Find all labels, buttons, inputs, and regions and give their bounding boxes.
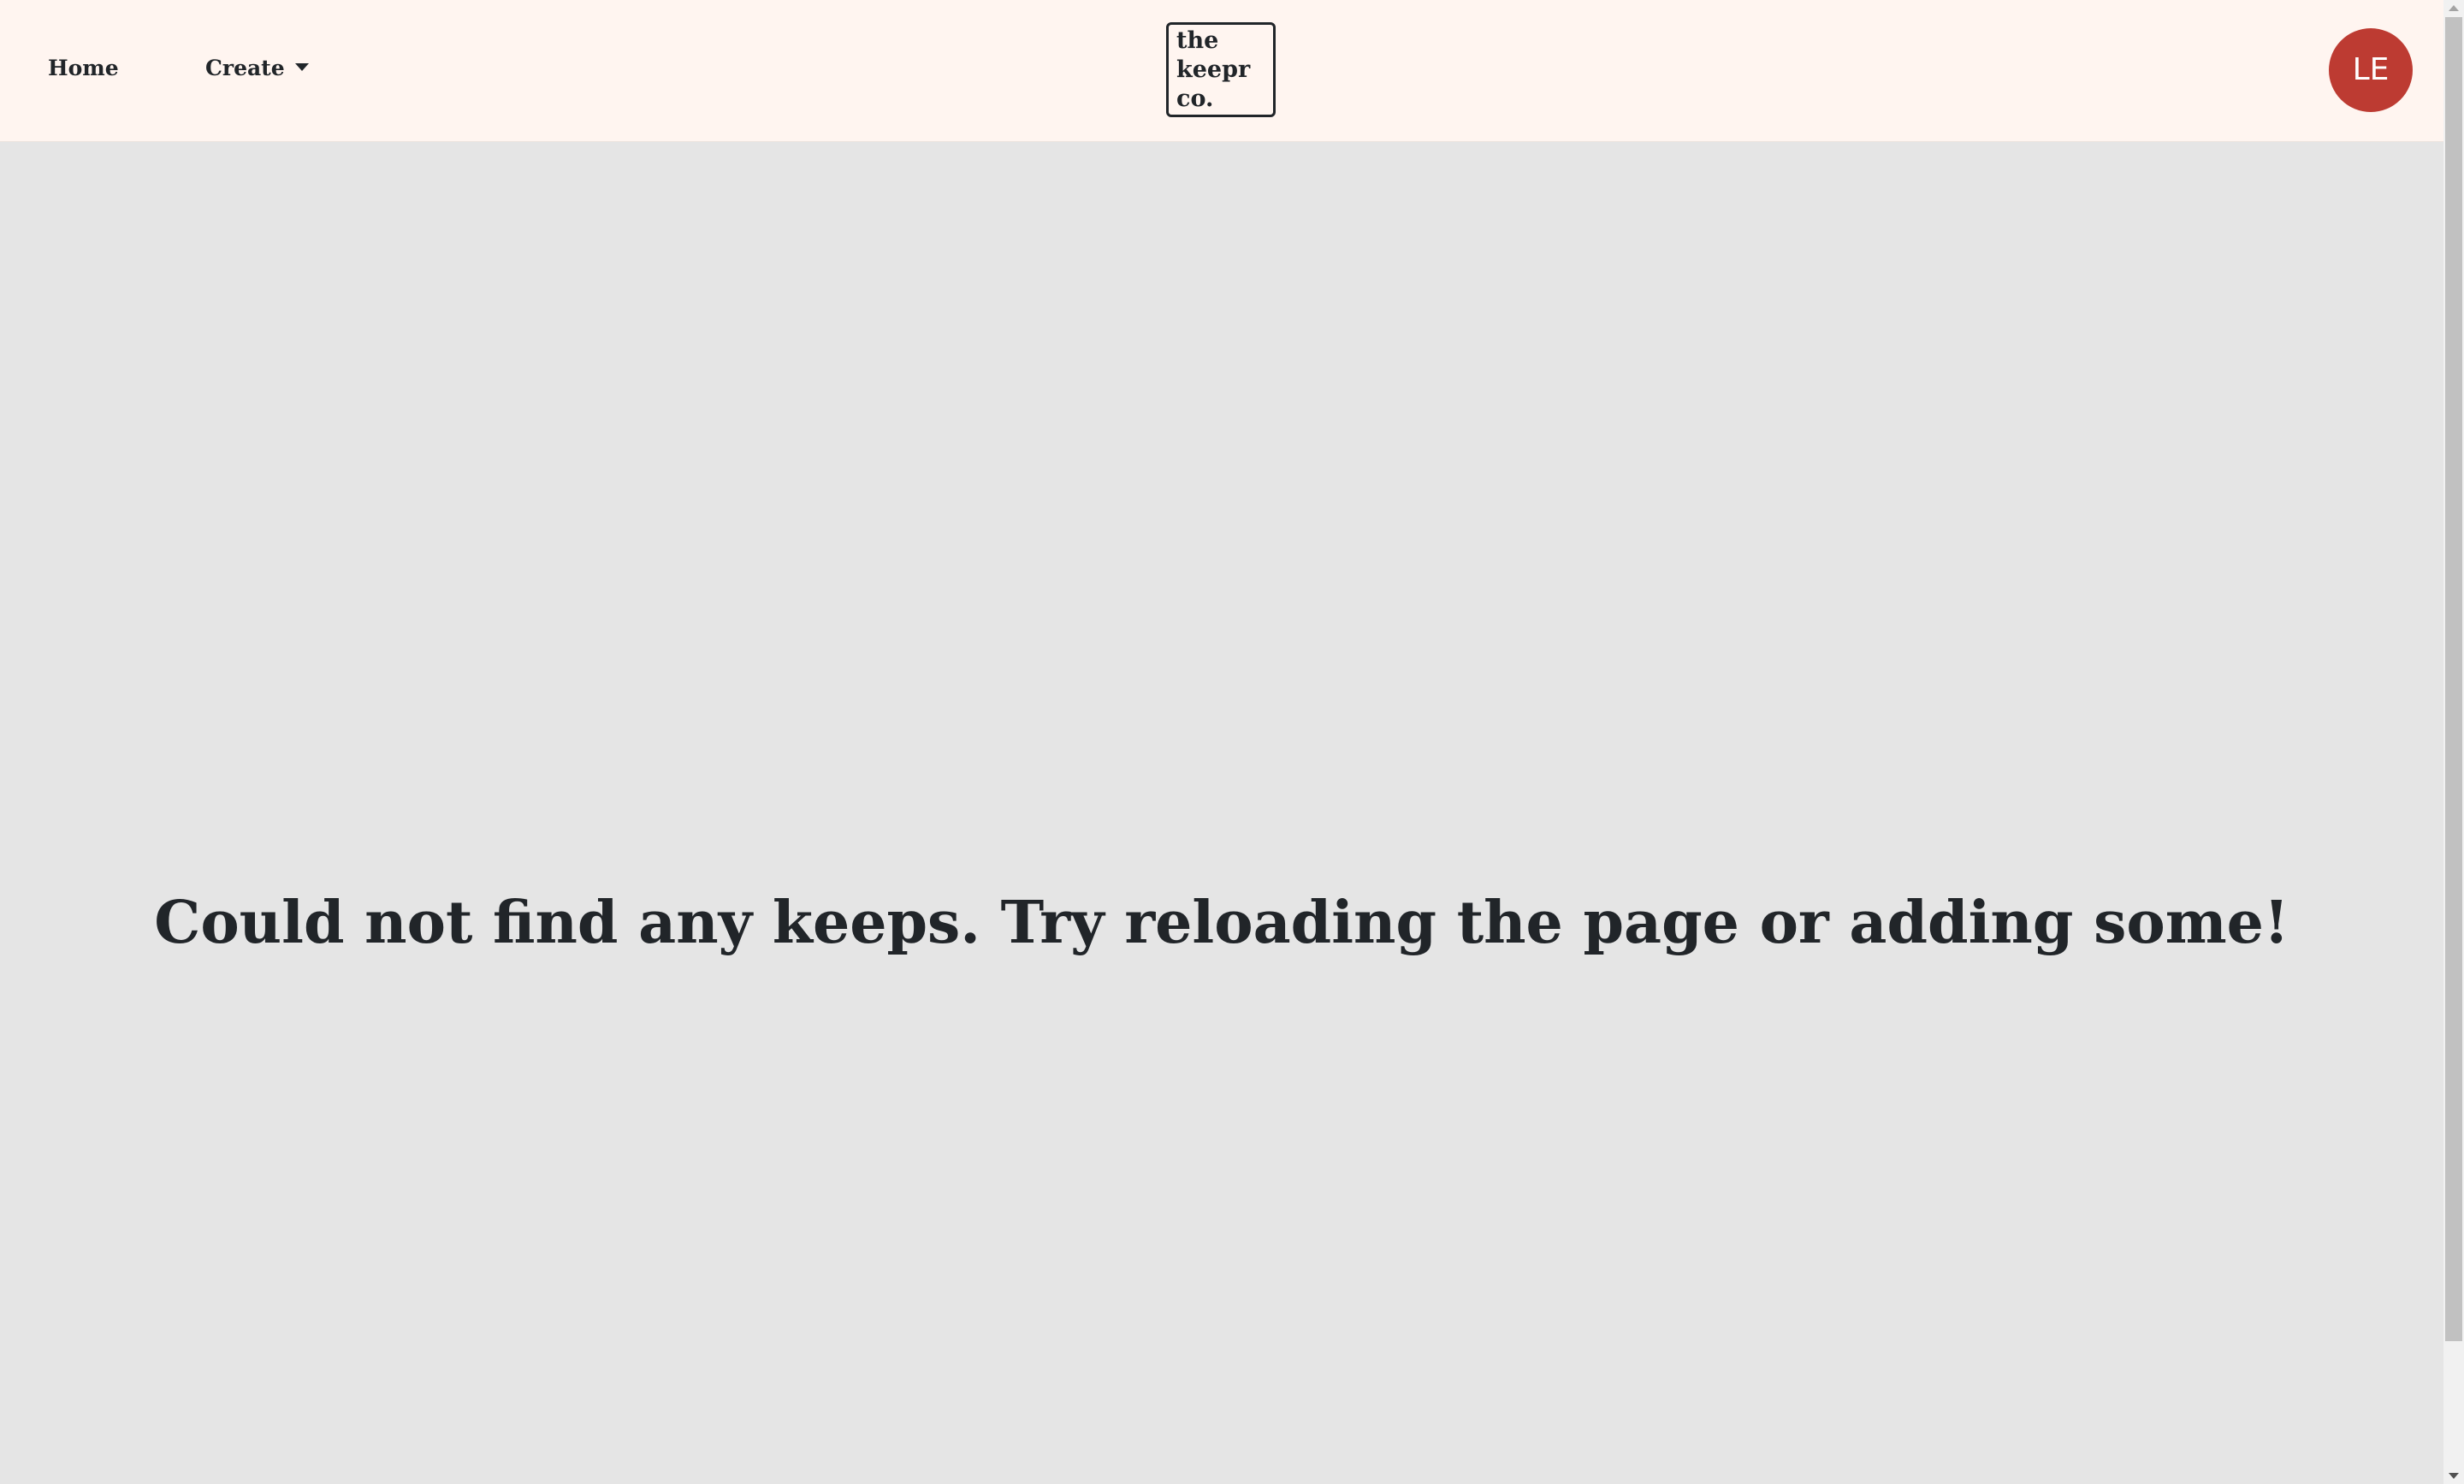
- create-dropdown-label: Create: [205, 56, 285, 80]
- logo-line-2: keepr: [1176, 56, 1251, 83]
- logo-line-1: the: [1176, 27, 1219, 54]
- nav-home-link[interactable]: Home: [48, 53, 119, 84]
- page: Home Create the keepr co. LE Could not f…: [0, 0, 2443, 1484]
- navbar: Home Create the keepr co. LE: [0, 0, 2443, 142]
- logo-line-3: co.: [1176, 86, 1214, 112]
- scrollbar-thumb[interactable]: [2445, 17, 2462, 1341]
- nav-home-label: Home: [48, 56, 119, 80]
- empty-state-message: Could not find any keeps. Try reloading …: [154, 888, 2289, 957]
- caret-down-icon: [294, 63, 309, 71]
- scroll-down-arrow-icon[interactable]: [2449, 1473, 2459, 1479]
- vertical-scrollbar[interactable]: [2443, 0, 2464, 1484]
- avatar-initials: LE: [2352, 52, 2390, 87]
- create-dropdown-button[interactable]: Create: [205, 53, 309, 84]
- scroll-up-arrow-icon[interactable]: [2449, 5, 2459, 11]
- user-avatar[interactable]: LE: [2329, 28, 2413, 112]
- site-logo[interactable]: the keepr co.: [1166, 22, 1276, 117]
